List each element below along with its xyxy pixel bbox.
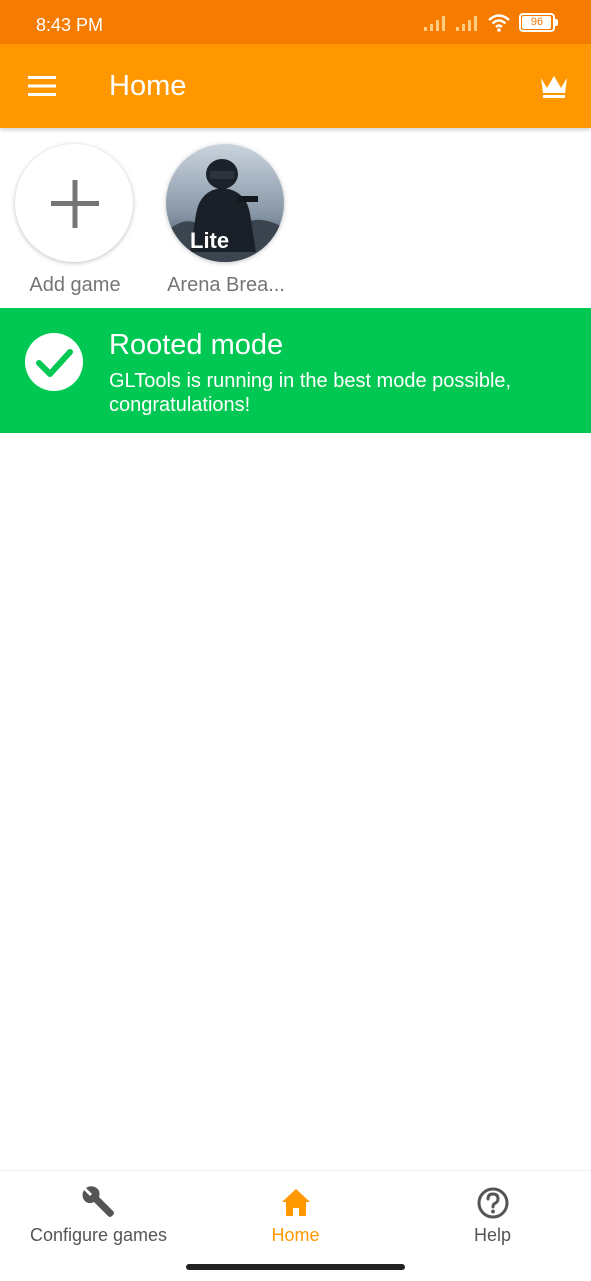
game-label: Arena Brea... [167,274,285,296]
add-game-button[interactable] [15,144,133,262]
check-circle-icon [25,333,83,391]
signal-icon [424,15,445,31]
home-icon [282,1189,310,1216]
nav-item-configure-games[interactable]: Configure games [0,1171,197,1261]
games-row: Add game Lite Arena Brea... [0,140,591,305]
app-bar: Home [0,44,591,128]
nav-label: Help [473,1225,512,1245]
wrench-icon [82,1186,114,1217]
status-icons: 96 [423,13,558,32]
nav-label: Configure games [29,1225,168,1245]
help-circle-icon [477,1187,509,1219]
wifi-icon [488,13,510,32]
hamburger-menu-icon[interactable] [26,73,58,99]
home-indicator[interactable] [186,1264,405,1270]
game-thumbnail[interactable]: Lite [166,144,284,262]
banner-title: Rooted mode [109,329,284,361]
game-tile-arena-breakout[interactable]: Lite Arena Brea... [151,140,301,305]
game-label: Add game [29,274,121,296]
battery-icon: 96 [519,13,558,32]
lite-badge: Lite [190,228,230,253]
battery-level: 96 [530,16,544,28]
nav-label: Home [271,1225,320,1245]
banner-description: GLTools is running in the best mode poss… [109,370,512,416]
plus-icon [51,180,99,228]
signal-icon-2 [456,15,477,31]
rooted-mode-banner: Rooted mode GLTools is running in the be… [0,308,591,433]
nav-item-home[interactable]: Home [197,1171,394,1261]
nav-item-help[interactable]: Help [394,1171,591,1261]
add-game-tile[interactable]: Add game [0,140,150,305]
status-bar: 8:43 PM 96 [0,0,591,44]
status-time: 8:43 PM [36,15,104,35]
page-title: Home [109,70,187,102]
battery-cap [555,19,558,26]
crown-icon[interactable] [539,72,569,100]
